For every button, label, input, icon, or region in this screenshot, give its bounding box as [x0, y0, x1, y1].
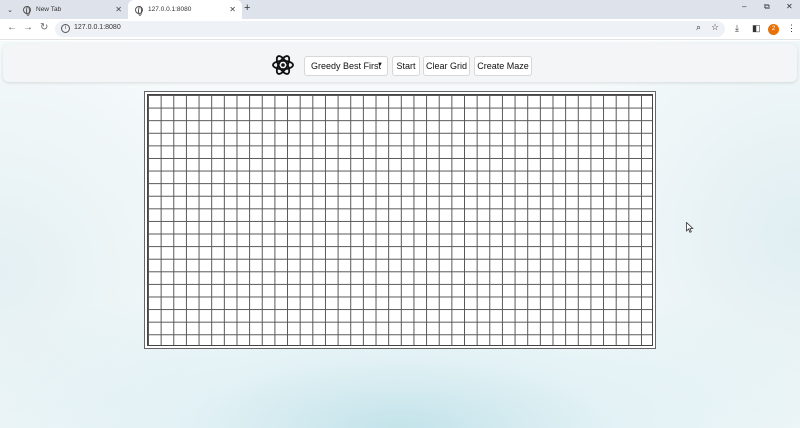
profile-avatar[interactable]: 2	[768, 24, 779, 35]
atom-logo-icon	[272, 55, 294, 75]
globe-icon	[23, 5, 31, 16]
address-bar[interactable]: i 127.0.0.1:8080 ⌕ ☆	[55, 21, 725, 37]
algorithm-select[interactable]: Greedy Best First ▼	[304, 56, 388, 76]
app-navbar: Greedy Best First ▼ Start Clear Grid Cre…	[3, 44, 797, 82]
reload-icon[interactable]: ↻	[40, 22, 48, 33]
grid-board	[144, 91, 656, 349]
url-text[interactable]: 127.0.0.1:8080	[74, 24, 121, 31]
start-button[interactable]: Start	[392, 56, 420, 76]
close-icon[interactable]: ✕	[115, 5, 122, 14]
tab-strip: ⌄ New Tab ✕ 127.0.0.1:8080 ✕ + – ⧉ ✕	[0, 0, 800, 19]
zoom-icon[interactable]: ⌕	[696, 22, 701, 33]
create-maze-button[interactable]: Create Maze	[474, 56, 532, 76]
minimize-button[interactable]: –	[742, 2, 746, 11]
mouse-cursor-icon	[686, 222, 694, 233]
tab-search-icon[interactable]: ⌄	[3, 3, 17, 16]
forward-icon[interactable]: →	[23, 22, 33, 33]
tab-new-tab[interactable]: New Tab ✕	[20, 0, 128, 19]
clear-grid-button[interactable]: Clear Grid	[423, 56, 470, 76]
page-viewport: Greedy Best First ▼ Start Clear Grid Cre…	[0, 41, 800, 428]
back-icon[interactable]: ←	[7, 22, 17, 33]
globe-icon	[135, 5, 143, 16]
new-tab-button[interactable]: +	[244, 2, 250, 14]
browser-toolbar: ← → ↻ i 127.0.0.1:8080 ⌕ ☆ ⤓ ◧ 2 ⋮	[0, 19, 800, 40]
bookmark-star-icon[interactable]: ☆	[711, 22, 719, 33]
side-panel-icon[interactable]: ◧	[752, 23, 761, 34]
site-info-icon[interactable]: i	[61, 24, 70, 33]
tab-title: 127.0.0.1:8080	[148, 6, 192, 13]
restore-button[interactable]: ⧉	[764, 2, 770, 12]
tab-active[interactable]: 127.0.0.1:8080 ✕	[128, 0, 242, 19]
tab-title: New Tab	[36, 6, 62, 13]
menu-icon[interactable]: ⋮	[787, 23, 796, 34]
close-window-button[interactable]: ✕	[786, 2, 793, 11]
pathfinding-grid[interactable]	[147, 94, 653, 346]
algorithm-select-value: Greedy Best First	[311, 61, 382, 71]
chevron-down-icon: ▼	[377, 62, 383, 68]
close-icon[interactable]: ✕	[229, 5, 236, 14]
download-icon[interactable]: ⤓	[735, 23, 739, 34]
